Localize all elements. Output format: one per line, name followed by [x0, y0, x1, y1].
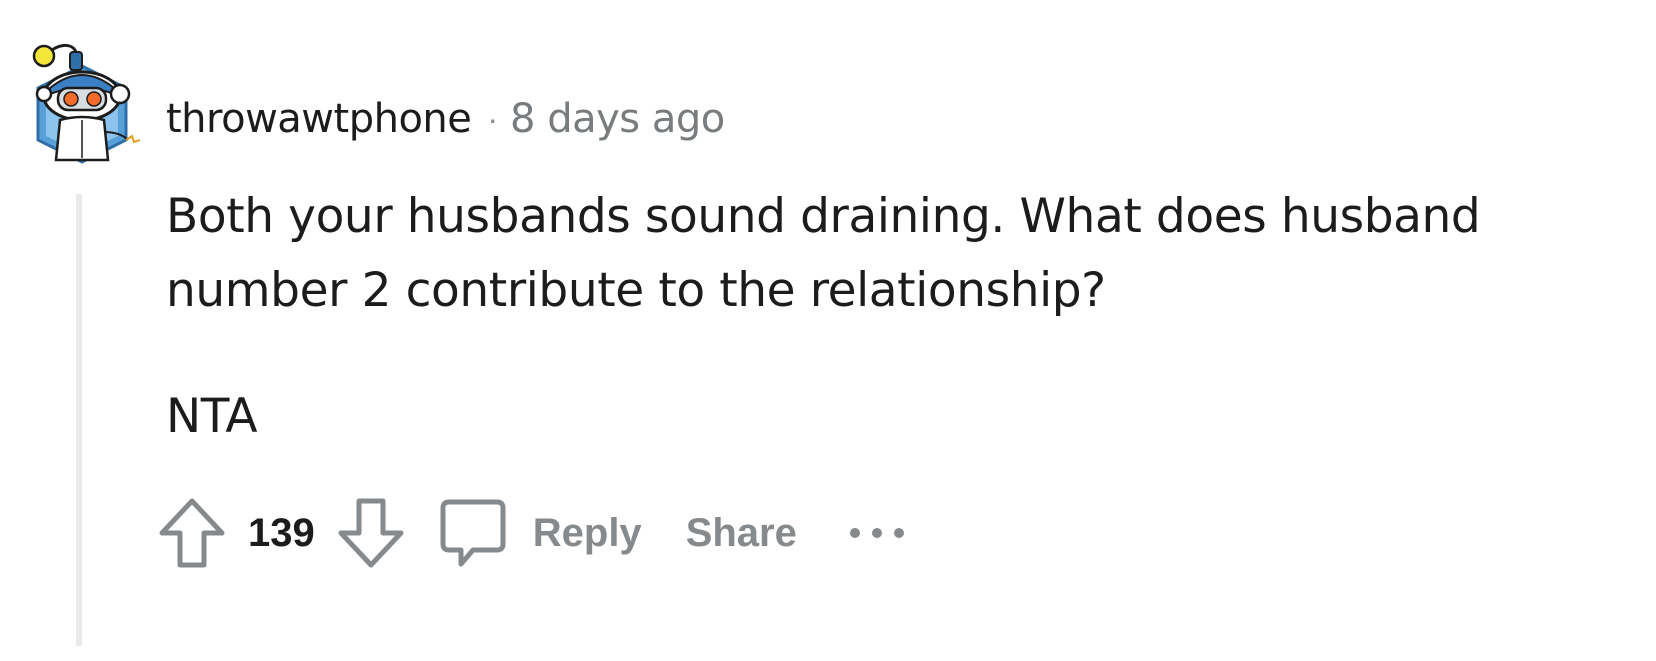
upvote-arrow-icon	[159, 498, 225, 568]
comment-paragraph: NTA	[166, 389, 258, 444]
snoo-avatar-icon	[32, 44, 141, 164]
comment: throwawtphone · 8 days ago Both your hus…	[0, 0, 1656, 661]
upvote-button[interactable]	[158, 497, 226, 569]
thread-collapse-line[interactable]	[76, 194, 82, 646]
comment-action-bar: 139 Reply Share	[158, 494, 907, 572]
downvote-arrow-icon	[338, 498, 404, 568]
comment-body: Both your husbands sound draining. What …	[166, 180, 1596, 454]
more-options-icon	[849, 528, 904, 538]
comment-paragraph: Both your husbands sound draining. What …	[166, 189, 1481, 318]
more-options-button[interactable]	[847, 523, 907, 543]
reply-label: Reply	[532, 510, 642, 555]
downvote-button[interactable]	[337, 497, 405, 569]
meta-separator: ·	[487, 100, 499, 137]
user-avatar[interactable]	[28, 36, 141, 168]
comment-header: throwawtphone · 8 days ago	[166, 93, 725, 145]
comment-bubble-icon	[440, 499, 506, 567]
share-button[interactable]: Share	[686, 511, 797, 556]
author-username[interactable]: throwawtphone	[166, 96, 472, 142]
vote-score: 139	[248, 510, 315, 555]
comment-timestamp[interactable]: 8 days ago	[510, 96, 725, 142]
reply-button[interactable]: Reply	[439, 498, 642, 568]
